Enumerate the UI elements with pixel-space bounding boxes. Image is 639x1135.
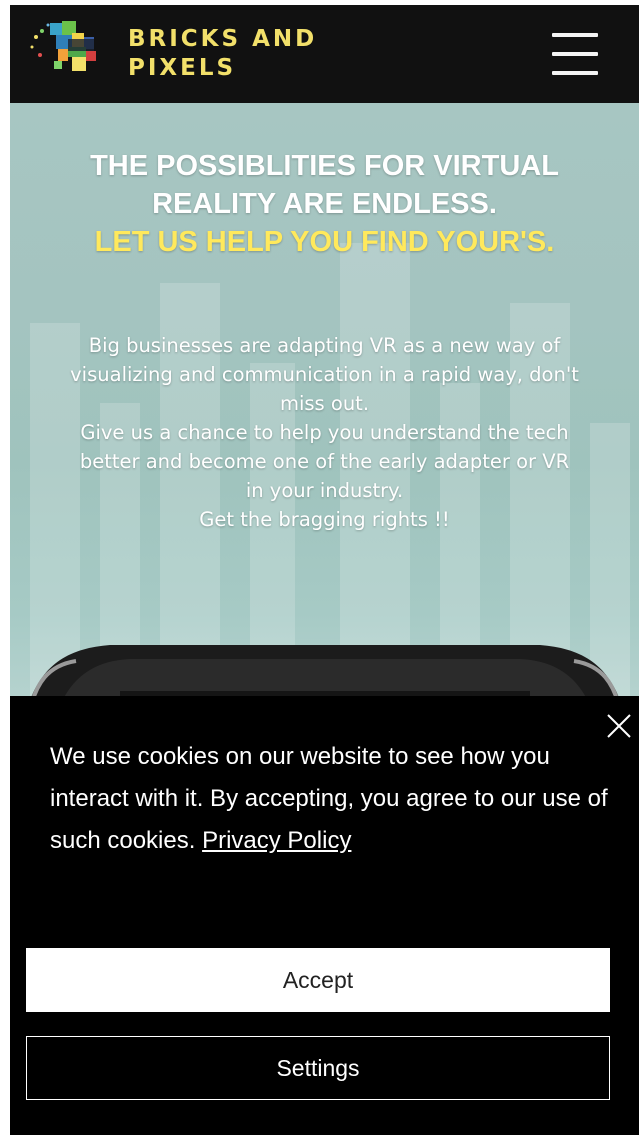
page-frame: BRICKS AND PIXELS THE POSSIBLITIES FOR V… <box>10 5 639 1135</box>
hero-heading: THE POSSIBLITIES FOR VIRTUAL REALITY ARE… <box>10 147 639 261</box>
menu-bar <box>552 71 598 75</box>
brand-name[interactable]: BRICKS AND PIXELS <box>128 25 317 83</box>
hero-paragraph-line: Give us a chance to help you understand … <box>80 421 569 444</box>
hero-paragraph-line: in your industry. <box>245 479 404 502</box>
hero-paragraph-line: Big businesses are adapting VR as a new … <box>88 334 561 357</box>
brand-line-2: PIXELS <box>128 55 237 81</box>
hero-paragraph-line: visualizing and communication in a rapid… <box>70 363 579 386</box>
vr-headset-image <box>29 645 621 703</box>
hero-paragraph-line: Get the bragging rights !! <box>199 508 450 531</box>
accept-button[interactable]: Accept <box>26 948 610 1012</box>
privacy-policy-link[interactable]: Privacy Policy <box>202 827 351 854</box>
brand-line-1: BRICKS AND <box>128 26 318 52</box>
menu-bar <box>552 33 598 37</box>
hero-heading-line: REALITY ARE ENDLESS. <box>152 188 497 220</box>
hero-paragraph-line: better and become one of the early adapt… <box>79 450 570 473</box>
hamburger-menu-icon[interactable] <box>552 31 600 79</box>
cookie-message: We use cookies on our website to see how… <box>50 736 610 862</box>
settings-button[interactable]: Settings <box>26 1036 610 1100</box>
hero-tagline: LET US HELP YOU FIND YOUR'S. <box>94 226 555 258</box>
vr-headset-logo-icon[interactable] <box>28 17 106 79</box>
hero-heading-line: THE POSSIBLITIES FOR VIRTUAL <box>90 150 559 182</box>
hero-section: THE POSSIBLITIES FOR VIRTUAL REALITY ARE… <box>10 103 639 703</box>
site-header: BRICKS AND PIXELS <box>10 5 639 103</box>
menu-bar <box>552 52 598 56</box>
hero-paragraph: Big businesses are adapting VR as a new … <box>40 331 609 534</box>
cookie-banner: We use cookies on our website to see how… <box>10 696 639 1135</box>
hero-paragraph-line: miss out. <box>279 392 370 415</box>
